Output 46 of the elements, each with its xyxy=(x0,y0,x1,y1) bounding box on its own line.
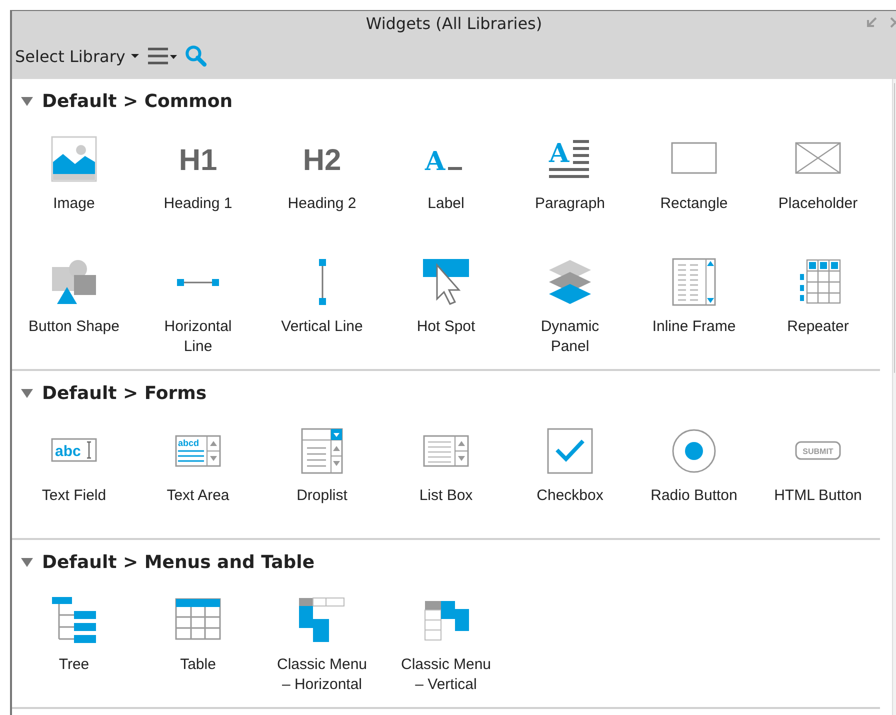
vertical-line-icon xyxy=(318,258,326,306)
widget-tile[interactable]: Rectangle xyxy=(632,123,756,246)
heading-icon: H2 xyxy=(297,134,347,184)
widget-tile[interactable]: Radio Button xyxy=(632,415,756,538)
section-title: Default > Forms xyxy=(42,382,207,404)
image-icon xyxy=(49,134,99,184)
widget-tile[interactable]: Placeholder xyxy=(756,123,880,246)
widget-tile[interactable]: abc Text Field xyxy=(12,415,136,538)
widget-tile[interactable]: Hot Spot xyxy=(384,246,508,369)
shapes-icon xyxy=(49,257,99,307)
widget-tile[interactable]: Classic Menu – Vertical xyxy=(384,584,508,707)
widget-tile[interactable]: Dynamic Panel xyxy=(508,246,632,369)
hotspot-cursor-icon xyxy=(421,257,471,307)
widget-tile[interactable]: A Paragraph xyxy=(508,123,632,246)
widget-tile[interactable]: Button Shape xyxy=(12,246,136,369)
collapse-triangle-icon[interactable] xyxy=(20,94,34,108)
checkbox-icon xyxy=(545,426,595,476)
widget-tile[interactable]: List Box xyxy=(384,415,508,538)
caret-icon xyxy=(131,53,140,59)
section-title: Default > Common xyxy=(42,90,233,112)
window-title: Widgets (All Libraries) xyxy=(366,14,542,32)
widget-tile[interactable]: abcd Text Area xyxy=(136,415,260,538)
collapse-triangle-icon[interactable] xyxy=(20,386,34,400)
library-dropdown[interactable]: Select Library xyxy=(15,46,140,66)
menu-blocks-icon xyxy=(297,595,347,645)
heading-icon: H1 xyxy=(173,134,223,184)
widget-tile[interactable]: Classic Menu – Horizontal xyxy=(260,584,384,707)
scrollbar[interactable] xyxy=(892,79,896,715)
widget-tile[interactable]: Inline Frame xyxy=(632,246,756,369)
widget-tile[interactable]: Checkbox xyxy=(508,415,632,538)
widget-tile[interactable]: SUBMIT HTML Button xyxy=(756,415,880,538)
widget-tile[interactable]: H1 Heading 1 xyxy=(136,123,260,246)
widget-tile[interactable]: A Label xyxy=(384,123,508,246)
widget-tile[interactable]: Droplist xyxy=(260,415,384,538)
section-title: Default > Menus and Table xyxy=(42,552,315,572)
horizontal-line-icon xyxy=(176,278,220,286)
menu-icon[interactable] xyxy=(147,45,178,67)
widget-tile[interactable]: Table xyxy=(136,584,260,707)
widget-tile[interactable]: Tree xyxy=(12,584,136,707)
widget-tile[interactable]: H2 Heading 2 xyxy=(260,123,384,246)
widget-tile[interactable]: Horizontal Line xyxy=(136,246,260,369)
widget-tile[interactable]: Image xyxy=(12,123,136,246)
tree-icon xyxy=(49,595,99,645)
collapse-triangle-icon[interactable] xyxy=(20,555,34,569)
widget-tile[interactable]: Vertical Line xyxy=(260,246,384,369)
widget-tile[interactable]: Repeater xyxy=(756,246,880,369)
